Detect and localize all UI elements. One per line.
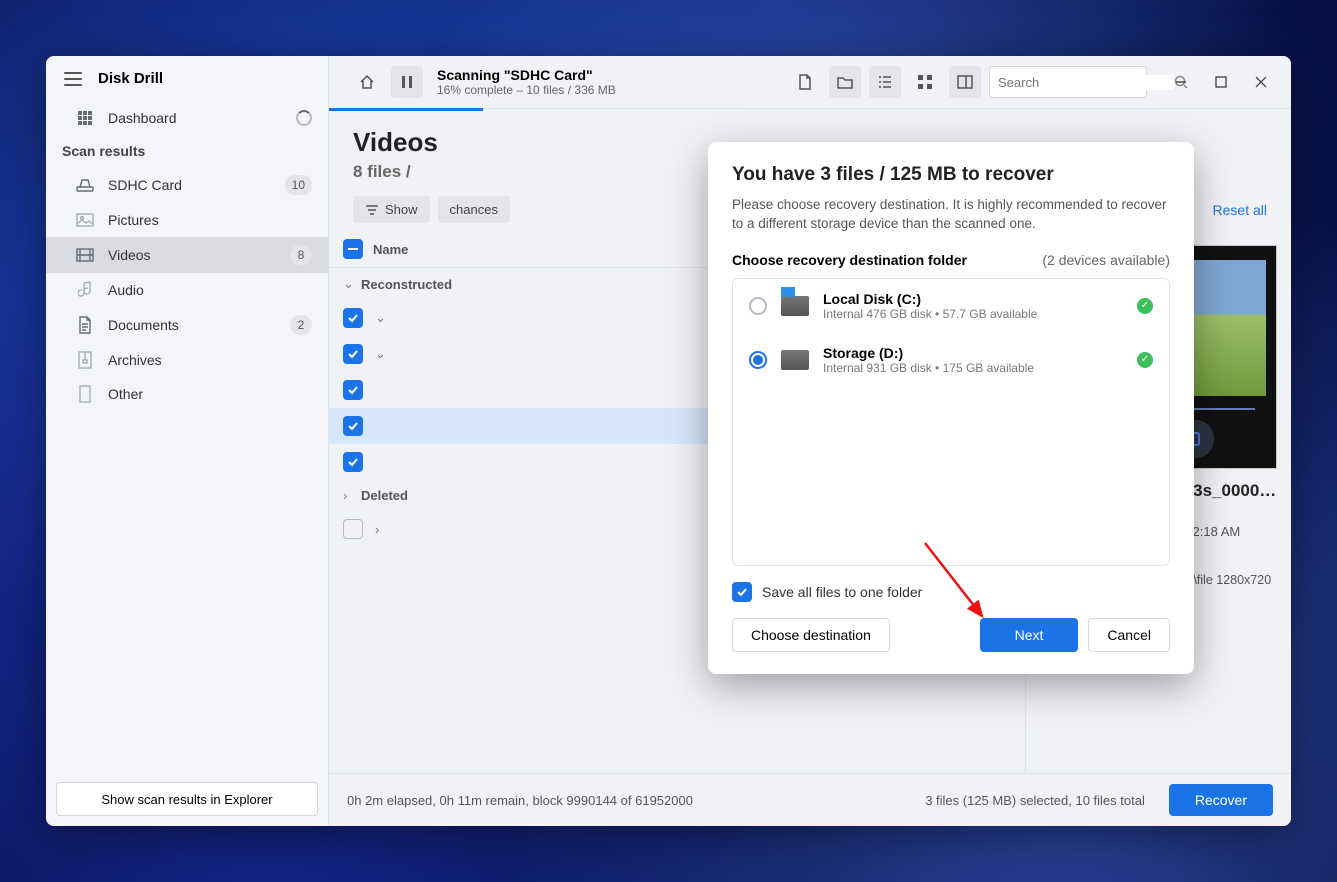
recovery-destination-dialog: You have 3 files / 125 MB to recover Ple… (708, 142, 1194, 674)
chances-filter-chip[interactable]: chances (438, 196, 510, 223)
show-in-explorer-button[interactable]: Show scan results in Explorer (56, 782, 318, 816)
menu-icon[interactable] (64, 72, 82, 86)
drive-name: Local Disk (C:) (823, 291, 1037, 307)
row-checkbox[interactable] (343, 344, 363, 364)
chevron-down-icon: › (343, 488, 361, 503)
sidebar-item-label: Archives (108, 352, 162, 368)
drive-details: Internal 931 GB disk • 175 GB available (823, 361, 1034, 375)
cancel-button[interactable]: Cancel (1088, 618, 1170, 652)
topbar: Scanning "SDHC Card" 16% complete – 10 f… (329, 56, 1291, 109)
destination-list: Local Disk (C:) Internal 476 GB disk • 5… (732, 278, 1170, 566)
drive-option[interactable]: Storage (D:) Internal 931 GB disk • 175 … (733, 333, 1169, 387)
row-checkbox[interactable] (343, 519, 363, 539)
row-checkbox[interactable] (343, 452, 363, 472)
check-icon: ✓ (1137, 352, 1153, 368)
other-icon (76, 385, 94, 403)
sidebar: Disk Drill Dashboard Scan results SDHC C… (46, 56, 328, 826)
sidebar-item-documents[interactable]: Documents 2 (46, 307, 328, 343)
home-button[interactable] (351, 66, 383, 98)
row-checkbox[interactable] (343, 380, 363, 400)
next-button[interactable]: Next (980, 618, 1079, 652)
sidebar-item-archives[interactable]: Archives (46, 343, 328, 377)
spinner-icon (296, 110, 312, 126)
maximize-button[interactable] (1205, 66, 1237, 98)
scan-subtitle: 16% complete – 10 files / 336 MB (437, 83, 781, 97)
app-title: Disk Drill (98, 70, 163, 87)
choose-destination-button[interactable]: Choose destination (732, 618, 890, 652)
sidebar-badge: 2 (290, 315, 312, 335)
app-window: Disk Drill Dashboard Scan results SDHC C… (46, 56, 1291, 826)
radio-button[interactable] (749, 297, 767, 315)
destination-count: (2 devices available) (1042, 252, 1170, 268)
sidebar-item-videos[interactable]: Videos 8 (46, 237, 328, 273)
list-view-button[interactable] (869, 66, 901, 98)
footer-selection: 3 files (125 MB) selected, 10 files tota… (925, 793, 1145, 808)
search-input[interactable] (998, 75, 1174, 90)
audio-icon (76, 281, 94, 299)
save-all-label: Save all files to one folder (762, 584, 922, 600)
drive-name: Storage (D:) (823, 345, 1034, 361)
close-button[interactable] (1245, 66, 1277, 98)
check-icon: ✓ (1137, 298, 1153, 314)
sidebar-badge: 10 (285, 175, 312, 195)
drive-option[interactable]: Local Disk (C:) Internal 476 GB disk • 5… (733, 279, 1169, 333)
file-view-button[interactable] (789, 66, 821, 98)
drive-icon (76, 176, 94, 194)
sidebar-item-label: Videos (108, 247, 151, 263)
sidebar-label: Dashboard (108, 110, 177, 126)
document-icon (76, 316, 94, 334)
reset-all-link[interactable]: Reset all (1213, 202, 1267, 218)
chevron-right-icon: › (375, 522, 393, 537)
minimize-button[interactable] (1165, 66, 1197, 98)
chevron-icon: ⌄ (375, 310, 393, 326)
video-icon (76, 246, 94, 264)
select-all-checkbox[interactable] (343, 239, 363, 259)
chevron-icon: ⌄ (375, 346, 393, 362)
sidebar-item-label: Pictures (108, 212, 159, 228)
sidebar-item-label: Documents (108, 317, 179, 333)
picture-icon (76, 211, 94, 229)
scan-progress-bar (329, 108, 483, 111)
chevron-down-icon: ⌄ (343, 276, 361, 292)
sidebar-item-sdhc-card[interactable]: SDHC Card 10 (46, 167, 328, 203)
recover-button[interactable]: Recover (1169, 784, 1273, 816)
archive-icon (76, 351, 94, 369)
sidebar-dashboard[interactable]: Dashboard (46, 101, 328, 135)
show-filter-chip[interactable]: Show (353, 196, 430, 223)
scan-title: Scanning "SDHC Card" (437, 67, 781, 83)
main-panel: Scanning "SDHC Card" 16% complete – 10 f… (328, 56, 1291, 826)
pause-button[interactable] (391, 66, 423, 98)
sidebar-item-audio[interactable]: Audio (46, 273, 328, 307)
sidebar-badge: 8 (290, 245, 312, 265)
sidebar-section-header: Scan results (46, 135, 328, 167)
sidebar-item-label: Audio (108, 282, 144, 298)
destination-label: Choose recovery destination folder (732, 252, 967, 268)
grid-icon (76, 109, 94, 127)
drive-icon (781, 296, 809, 316)
footer-progress: 0h 2m elapsed, 0h 11m remain, block 9990… (347, 793, 693, 808)
sidebar-item-pictures[interactable]: Pictures (46, 203, 328, 237)
drive-details: Internal 476 GB disk • 57.7 GB available (823, 307, 1037, 321)
panel-toggle-button[interactable] (949, 66, 981, 98)
row-checkbox[interactable] (343, 308, 363, 328)
dialog-description: Please choose recovery destination. It i… (732, 196, 1170, 234)
column-name: Name (373, 242, 408, 257)
sidebar-item-label: SDHC Card (108, 177, 182, 193)
folder-view-button[interactable] (829, 66, 861, 98)
sidebar-item-label: Other (108, 386, 143, 402)
search-field[interactable] (989, 66, 1147, 98)
drive-icon (781, 350, 809, 370)
radio-button[interactable] (749, 351, 767, 369)
save-all-checkbox[interactable] (732, 582, 752, 602)
status-bar: 0h 2m elapsed, 0h 11m remain, block 9990… (329, 773, 1291, 826)
dialog-title: You have 3 files / 125 MB to recover (732, 164, 1170, 186)
grid-view-button[interactable] (909, 66, 941, 98)
sidebar-item-other[interactable]: Other (46, 377, 328, 411)
row-checkbox[interactable] (343, 416, 363, 436)
